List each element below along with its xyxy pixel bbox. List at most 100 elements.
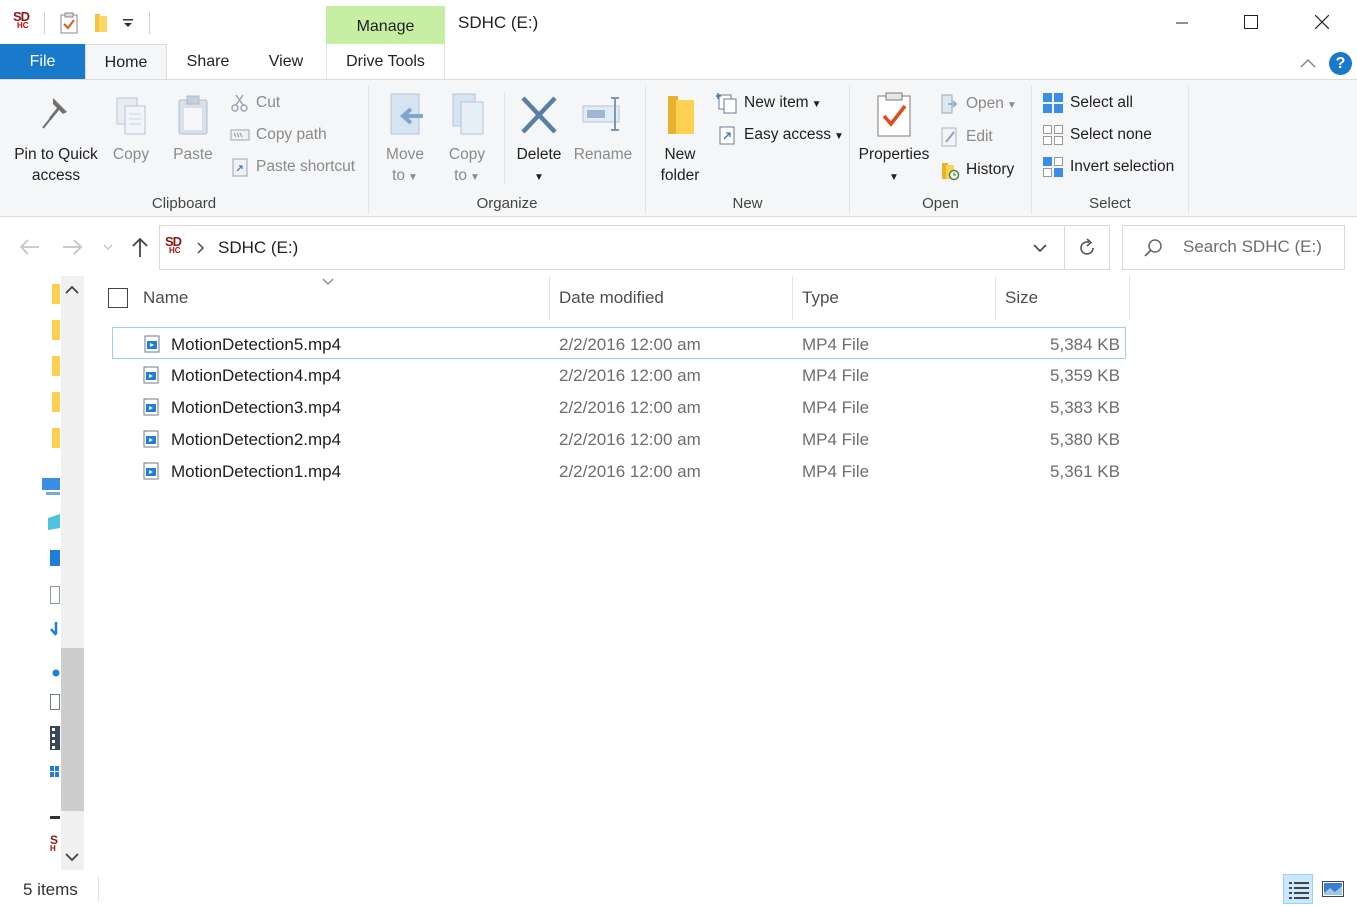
local-disk-icon[interactable] [50,766,60,780]
pin-to-quick-access-button[interactable]: Pin to Quick access [8,94,104,186]
pictures-icon[interactable] [50,694,60,710]
rename-button[interactable]: Rename [572,92,634,165]
new-folder-button[interactable]: New folder [654,92,706,186]
search-input[interactable] [1183,237,1333,257]
drive-logo-icon: SD HC [165,234,182,255]
invert-selection-button[interactable]: Invert selection [1042,155,1174,179]
delete-button[interactable]: Delete ▼ [512,92,566,188]
title-bar: SD HC Manage SDHC (E:) [0,0,1357,45]
details-view-button[interactable] [1283,874,1313,904]
large-icons-view-button[interactable] [1318,874,1348,904]
tab-share[interactable]: Share [172,44,244,79]
documents-icon[interactable] [50,586,60,604]
file-name: MotionDetection3.mp4 [171,398,342,417]
invert-selection-label: Invert selection [1070,158,1175,175]
breadcrumb-current[interactable]: SDHC (E:) [218,238,298,258]
tab-file[interactable]: File [0,44,85,79]
column-separator[interactable] [995,276,996,320]
copy-button[interactable]: Copy [106,94,156,165]
column-separator[interactable] [1129,276,1130,320]
nav-folder-icon[interactable] [52,392,60,412]
tab-view[interactable]: View [252,44,320,79]
nav-scrollbar-thumb[interactable] [61,648,84,811]
column-header-name[interactable]: Name [143,288,188,308]
history-button[interactable]: History [940,158,1014,182]
recent-locations-chevron-icon[interactable] [103,244,113,252]
file-date: 2/2/2016 12:00 am [559,430,701,449]
easy-access-button[interactable]: Easy access ▼ [716,123,844,147]
file-date: 2/2/2016 12:00 am [559,462,701,481]
file-size: 5,359 KB [1050,366,1120,385]
3d-objects-icon[interactable] [48,512,60,532]
videos-icon[interactable] [50,726,60,750]
file-row[interactable]: MotionDetection4.mp4 2/2/2016 12:00 am M… [112,359,1126,391]
drive-icon[interactable] [50,816,60,819]
properties-button[interactable]: Properties ▼ [855,92,933,188]
music-icon[interactable] [50,668,60,678]
copy-label: Copy [112,146,150,163]
video-file-icon [144,335,160,353]
this-pc-icon[interactable] [40,476,60,498]
window-title: SDHC (E:) [458,13,539,32]
minimize-icon [1176,22,1188,24]
maximize-button[interactable] [1216,0,1286,44]
file-date: 2/2/2016 12:00 am [559,398,701,417]
drive-logo-icon[interactable]: SD HC [13,10,30,30]
forward-arrow-icon[interactable] [62,238,84,256]
select-all-button[interactable]: Select all [1042,91,1133,115]
nav-folder-icon[interactable] [52,284,60,304]
tab-drive-tools[interactable]: Drive Tools [326,44,445,79]
new-item-button[interactable]: New item ▼ [715,91,822,115]
refresh-icon[interactable] [1077,238,1097,258]
select-none-button[interactable]: Select none [1042,123,1152,147]
new-folder-quick-icon[interactable] [92,12,110,34]
up-arrow-icon[interactable] [131,236,149,258]
address-bar[interactable]: SD HC SDHC (E:) [159,225,1110,270]
tab-manage[interactable]: Manage [326,6,445,45]
column-headers: Name Date modified Type Size [100,276,1130,321]
column-separator[interactable] [549,276,550,320]
minimize-button[interactable] [1146,0,1216,44]
select-all-checkbox[interactable] [108,288,128,308]
copy-path-button[interactable]: Copy path [230,123,327,147]
file-name: MotionDetection5.mp4 [171,335,342,354]
paste-button[interactable]: Paste [168,94,218,165]
column-separator[interactable] [792,276,793,320]
downloads-icon[interactable] [50,620,60,640]
move-to-button[interactable]: Move to ▼ [378,92,432,188]
close-button[interactable] [1287,0,1357,44]
edit-button[interactable]: Edit [940,125,993,149]
collapse-ribbon-icon[interactable] [1300,58,1316,68]
customize-toolbar-icon[interactable] [122,17,134,29]
breadcrumb-chevron-icon[interactable] [197,242,205,254]
nav-folder-icon[interactable] [52,356,60,376]
new-item-icon [715,92,737,114]
desktop-icon[interactable] [50,550,60,566]
open-button[interactable]: Open ▼ [940,92,1017,116]
help-icon[interactable]: ? [1329,52,1352,75]
scroll-up-icon[interactable] [65,285,79,295]
file-row[interactable]: MotionDetection2.mp4 2/2/2016 12:00 am M… [112,423,1126,455]
scroll-down-icon[interactable] [65,852,79,862]
cut-button[interactable]: Cut [230,91,280,115]
file-type: MP4 File [802,366,870,385]
copy-to-button[interactable]: Copy to ▼ [440,92,494,188]
column-header-size[interactable]: Size [1005,288,1038,308]
paste-label: Paste [173,146,213,163]
address-dropdown-icon[interactable] [1033,244,1047,253]
sdhc-nav-icon[interactable]: S H [50,834,58,853]
edit-label: Edit [966,128,993,145]
tab-home[interactable]: Home [85,44,167,80]
properties-quick-icon[interactable] [60,12,78,34]
paste-shortcut-button[interactable]: Paste shortcut [230,155,355,179]
nav-folder-icon[interactable] [52,428,60,448]
file-row[interactable]: MotionDetection3.mp4 2/2/2016 12:00 am M… [112,391,1126,423]
file-row[interactable]: MotionDetection1.mp4 2/2/2016 12:00 am M… [112,455,1126,487]
nav-folder-icon[interactable] [52,320,60,340]
back-arrow-icon[interactable] [18,238,40,256]
search-box[interactable] [1122,225,1345,270]
column-header-date[interactable]: Date modified [559,288,664,308]
column-header-type[interactable]: Type [802,288,839,308]
delete-label: Delete [516,146,562,163]
file-row[interactable]: MotionDetection5.mp4 2/2/2016 12:00 am M… [112,327,1126,359]
